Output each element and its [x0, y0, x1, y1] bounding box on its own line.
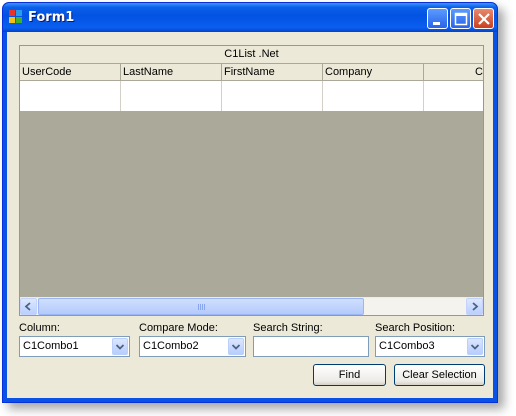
minimize-button[interactable] — [427, 8, 448, 29]
grid-caption: C1List .Net — [20, 46, 483, 64]
column-header-company[interactable]: Company — [323, 64, 424, 80]
scroll-left-button[interactable] — [20, 298, 37, 315]
column-combo-dropdown-button[interactable] — [112, 338, 128, 355]
c1list-grid[interactable]: C1List .Net UserCode LastName FirstName … — [19, 45, 484, 316]
window-title: Form1 — [28, 10, 75, 25]
maximize-button[interactable] — [450, 8, 471, 29]
search-position-dropdown-button[interactable] — [467, 338, 483, 355]
scroll-right-icon — [472, 302, 479, 311]
column-header-partial[interactable]: C — [424, 64, 483, 80]
column-header-firstname[interactable]: FirstName — [222, 64, 323, 80]
chevron-down-icon — [115, 344, 125, 350]
compare-mode-combo-value: C1Combo2 — [143, 340, 199, 352]
column-combo-value: C1Combo1 — [23, 340, 79, 352]
search-position-label: Search Position: — [375, 322, 456, 334]
clear-selection-button[interactable]: Clear Selection — [394, 364, 485, 386]
column-header-usercode[interactable]: UserCode — [20, 64, 121, 80]
form-window: Form1 C1List .Net UserCode LastName Firs… — [2, 2, 498, 403]
horizontal-scrollbar[interactable] — [20, 297, 483, 315]
scroll-right-button[interactable] — [466, 298, 483, 315]
scroll-grip — [198, 304, 206, 310]
compare-mode-combo[interactable]: C1Combo2 — [139, 336, 246, 357]
column-combo[interactable]: C1Combo1 — [19, 336, 130, 357]
maximize-icon — [454, 12, 468, 26]
minimize-icon — [433, 22, 440, 25]
scrollbar-thumb[interactable] — [38, 298, 364, 315]
form-client-area: C1List .Net UserCode LastName FirstName … — [7, 32, 493, 398]
grid-cell[interactable] — [323, 81, 424, 111]
chevron-down-icon — [231, 344, 241, 350]
search-string-label: Search String: — [253, 322, 323, 334]
grid-cell[interactable] — [121, 81, 222, 111]
grid-header: UserCode LastName FirstName Company C — [20, 64, 483, 81]
grid-empty-row[interactable] — [20, 81, 483, 111]
close-icon — [478, 13, 490, 25]
form-app-icon — [9, 10, 23, 24]
close-button[interactable] — [473, 8, 494, 29]
column-header-lastname[interactable]: LastName — [121, 64, 222, 80]
search-position-combo-value: C1Combo3 — [379, 340, 435, 352]
grid-cell[interactable] — [222, 81, 323, 111]
scroll-left-icon — [24, 302, 31, 311]
chevron-down-icon — [470, 344, 480, 350]
grid-cell[interactable] — [20, 81, 121, 111]
find-button[interactable]: Find — [313, 364, 386, 386]
search-string-input[interactable] — [253, 336, 369, 357]
search-position-combo[interactable]: C1Combo3 — [375, 336, 485, 357]
compare-mode-dropdown-button[interactable] — [228, 338, 244, 355]
column-label: Column: — [19, 322, 60, 334]
title-bar[interactable]: Form1 — [3, 3, 497, 32]
compare-mode-label: Compare Mode: — [139, 322, 218, 334]
